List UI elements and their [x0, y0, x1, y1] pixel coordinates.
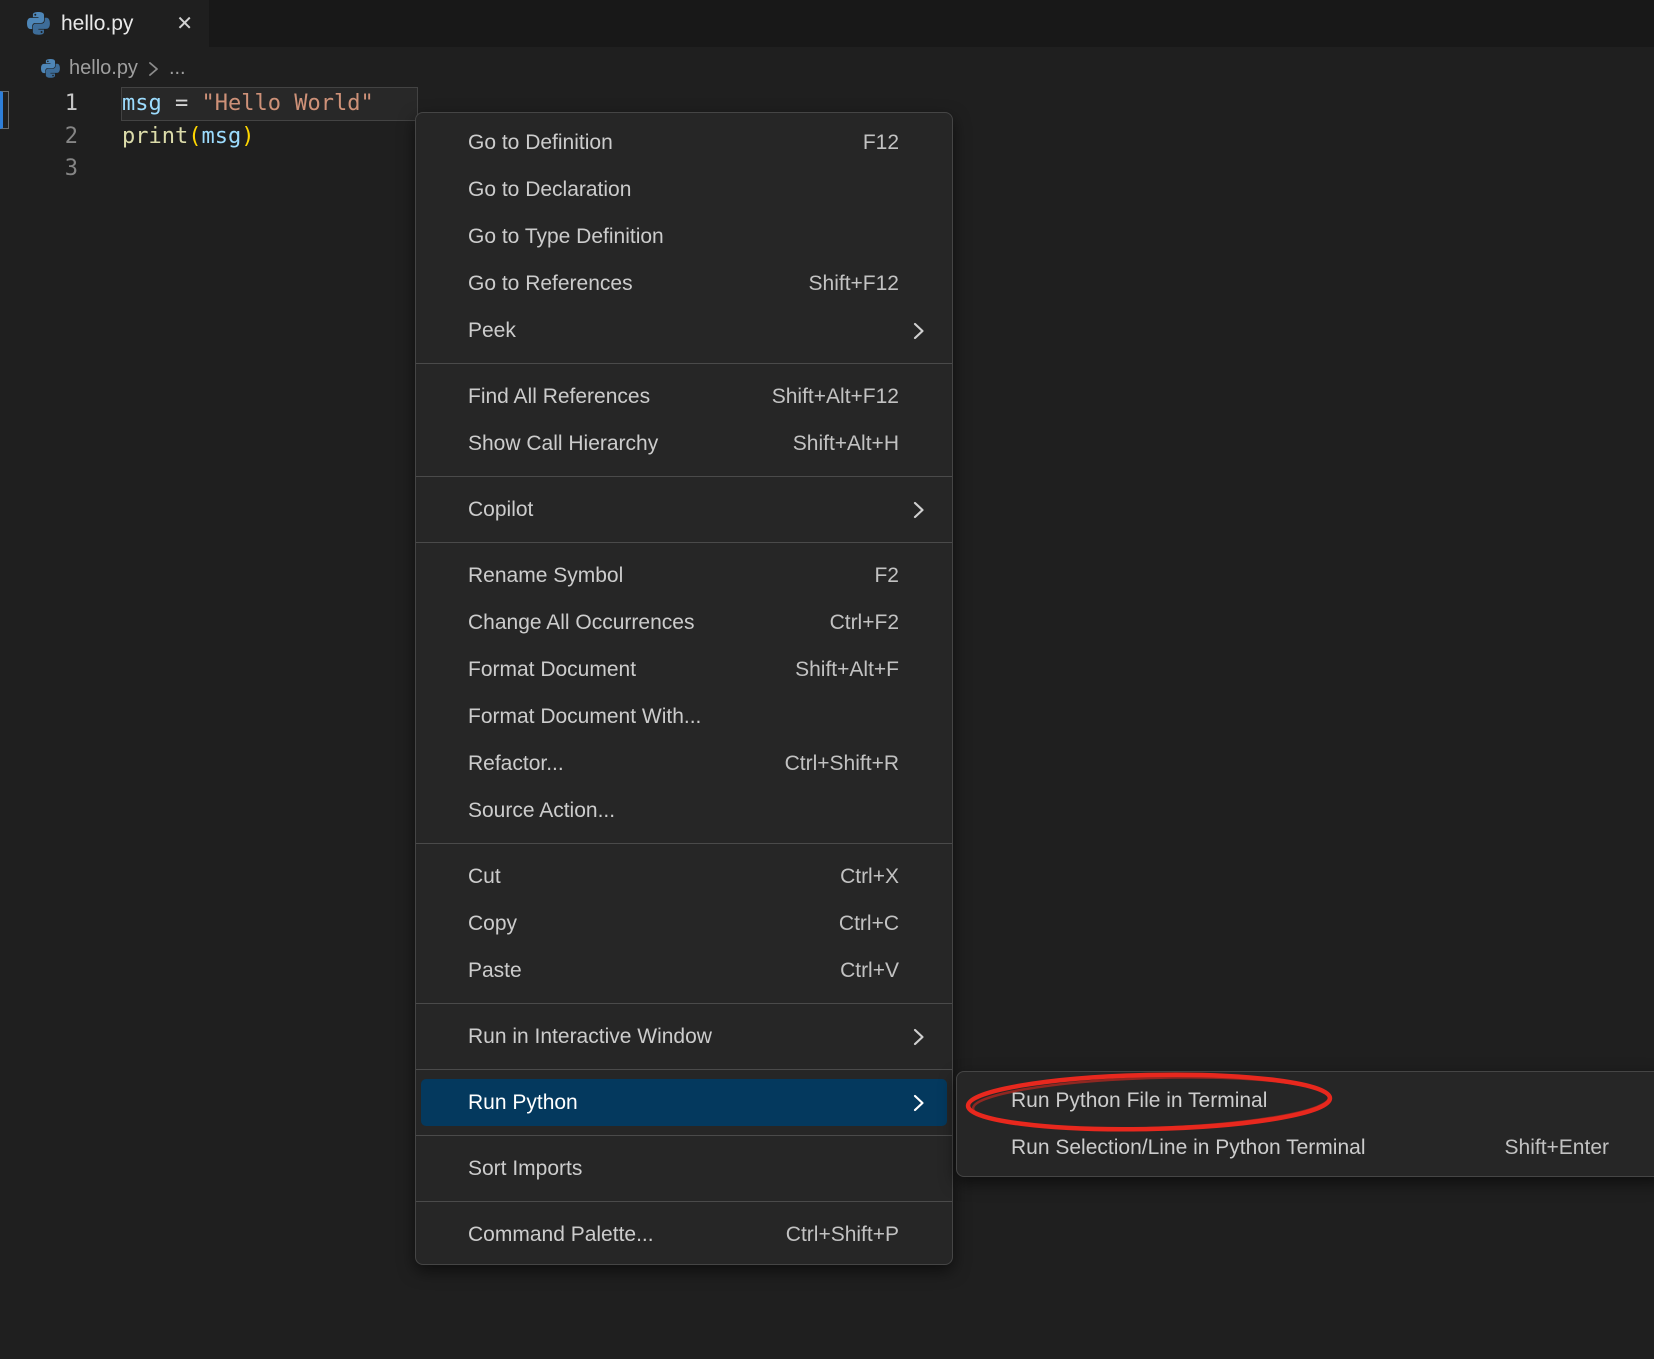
menu-item-shortcut: F2: [874, 564, 899, 588]
menu-item-label: Source Action...: [468, 799, 615, 823]
breadcrumb-file[interactable]: hello.py: [69, 57, 138, 80]
menu-item-label: Change All Occurrences: [468, 611, 694, 635]
menu-item-shortcut: Ctrl+V: [840, 959, 899, 983]
menu-item-copilot[interactable]: Copilot: [416, 486, 952, 533]
menu-item-copy[interactable]: Copy Ctrl+C: [416, 900, 952, 947]
tab-bar: hello.py ✕: [0, 0, 1654, 47]
code-token: print: [122, 124, 188, 149]
code-token: msg: [122, 91, 162, 116]
menu-item-go-to-definition[interactable]: Go to Definition F12: [416, 119, 952, 166]
menu-item-label: Sort Imports: [468, 1157, 582, 1181]
menu-item-source-action[interactable]: Source Action...: [416, 787, 952, 834]
menu-item-label: Format Document: [468, 658, 636, 682]
menu-item-shortcut: Shift+Enter: [1505, 1136, 1609, 1160]
tab-title: hello.py: [61, 12, 133, 36]
menu-item-label: Run Python File in Terminal: [1011, 1089, 1267, 1113]
chevron-right-icon: [911, 320, 926, 342]
menu-item-label: Find All References: [468, 385, 650, 409]
menu-item-shortcut: Shift+Alt+F12: [772, 385, 899, 409]
menu-item-label: Go to Declaration: [468, 178, 631, 202]
menu-item-go-to-references[interactable]: Go to References Shift+F12: [416, 260, 952, 307]
submenu-item-run-selection-line-in-python-terminal[interactable]: Run Selection/Line in Python Terminal Shi…: [957, 1124, 1654, 1171]
line-number[interactable]: 1: [0, 87, 78, 120]
code-token: (: [188, 124, 201, 149]
code-token: =: [162, 91, 202, 116]
chevron-right-icon: [911, 499, 926, 521]
menu-item-sort-imports[interactable]: Sort Imports: [416, 1145, 952, 1192]
menu-item-refactor[interactable]: Refactor... Ctrl+Shift+R: [416, 740, 952, 787]
menu-item-shortcut: Ctrl+X: [840, 865, 899, 889]
menu-separator: [416, 476, 952, 477]
menu-item-run-in-interactive-window[interactable]: Run in Interactive Window: [416, 1013, 952, 1060]
chevron-right-icon: [911, 1026, 926, 1048]
vscode-window: hello.py ✕ hello.py ... 1 msg = "Hello Wo…: [0, 0, 1654, 1359]
breadcrumb[interactable]: hello.py ...: [41, 55, 186, 82]
code-text: msg = "Hello World": [122, 87, 374, 120]
line-number[interactable]: 2: [0, 120, 78, 153]
code-token: "Hello World": [202, 91, 374, 116]
menu-item-shortcut: Ctrl+Shift+P: [786, 1223, 899, 1247]
code-token: ): [241, 124, 254, 149]
menu-item-label: Peek: [468, 319, 516, 343]
menu-item-shortcut: Ctrl+F2: [830, 611, 899, 635]
context-menu: Go to Definition F12 Go to Declaration Go t…: [415, 112, 953, 1265]
code-token: msg: [201, 124, 241, 149]
menu-item-rename-symbol[interactable]: Rename Symbol F2: [416, 552, 952, 599]
menu-item-label: Rename Symbol: [468, 564, 623, 588]
menu-item-format-document-with[interactable]: Format Document With...: [416, 693, 952, 740]
code-text: print(msg): [122, 120, 254, 153]
menu-item-label: Show Call Hierarchy: [468, 432, 658, 456]
line-number[interactable]: 3: [0, 152, 78, 185]
breadcrumb-ellipsis[interactable]: ...: [169, 57, 186, 80]
menu-item-label: Run Python: [468, 1091, 578, 1115]
menu-item-shortcut: F12: [863, 131, 899, 155]
menu-item-label: Run Selection/Line in Python Terminal: [1011, 1136, 1366, 1160]
menu-item-label: Run in Interactive Window: [468, 1025, 712, 1049]
menu-item-go-to-declaration[interactable]: Go to Declaration: [416, 166, 952, 213]
menu-item-change-all-occurrences[interactable]: Change All Occurrences Ctrl+F2: [416, 599, 952, 646]
menu-separator: [416, 843, 952, 844]
menu-item-paste[interactable]: Paste Ctrl+V: [416, 947, 952, 994]
menu-separator: [416, 1069, 952, 1070]
menu-item-label: Paste: [468, 959, 522, 983]
menu-item-shortcut: Ctrl+C: [839, 912, 899, 936]
menu-item-label: Go to References: [468, 272, 633, 296]
menu-item-label: Format Document With...: [468, 705, 701, 729]
menu-item-shortcut: Ctrl+Shift+R: [785, 752, 899, 776]
menu-separator: [416, 1003, 952, 1004]
menu-item-label: Go to Type Definition: [468, 225, 664, 249]
menu-item-label: Copilot: [468, 498, 533, 522]
tab-hello-py[interactable]: hello.py ✕: [0, 0, 209, 47]
menu-separator: [416, 1201, 952, 1202]
menu-item-run-python[interactable]: Run Python: [421, 1079, 947, 1126]
menu-item-label: Refactor...: [468, 752, 564, 776]
menu-item-cut[interactable]: Cut Ctrl+X: [416, 853, 952, 900]
chevron-right-icon: [911, 1092, 926, 1114]
close-icon[interactable]: ✕: [176, 14, 193, 34]
chevron-right-icon: [147, 60, 160, 78]
menu-separator: [416, 1135, 952, 1136]
submenu-item-run-python-file-in-terminal[interactable]: Run Python File in Terminal: [957, 1077, 1654, 1124]
menu-item-shortcut: Shift+Alt+H: [793, 432, 899, 456]
menu-item-shortcut: Shift+Alt+F: [795, 658, 899, 682]
menu-item-format-document[interactable]: Format Document Shift+Alt+F: [416, 646, 952, 693]
menu-separator: [416, 363, 952, 364]
python-icon: [41, 59, 60, 78]
menu-item-label: Go to Definition: [468, 131, 613, 155]
menu-item-find-all-references[interactable]: Find All References Shift+Alt+F12: [416, 373, 952, 420]
menu-item-label: Command Palette...: [468, 1223, 654, 1247]
python-icon: [27, 12, 50, 35]
run-python-submenu: Run Python File in Terminal Run Selection…: [956, 1071, 1654, 1177]
menu-separator: [416, 542, 952, 543]
menu-item-command-palette[interactable]: Command Palette... Ctrl+Shift+P: [416, 1211, 952, 1258]
menu-item-peek[interactable]: Peek: [416, 307, 952, 354]
menu-item-shortcut: Shift+F12: [809, 272, 899, 296]
menu-item-label: Cut: [468, 865, 501, 889]
menu-item-show-call-hierarchy[interactable]: Show Call Hierarchy Shift+Alt+H: [416, 420, 952, 467]
menu-item-label: Copy: [468, 912, 517, 936]
menu-item-go-to-type-definition[interactable]: Go to Type Definition: [416, 213, 952, 260]
